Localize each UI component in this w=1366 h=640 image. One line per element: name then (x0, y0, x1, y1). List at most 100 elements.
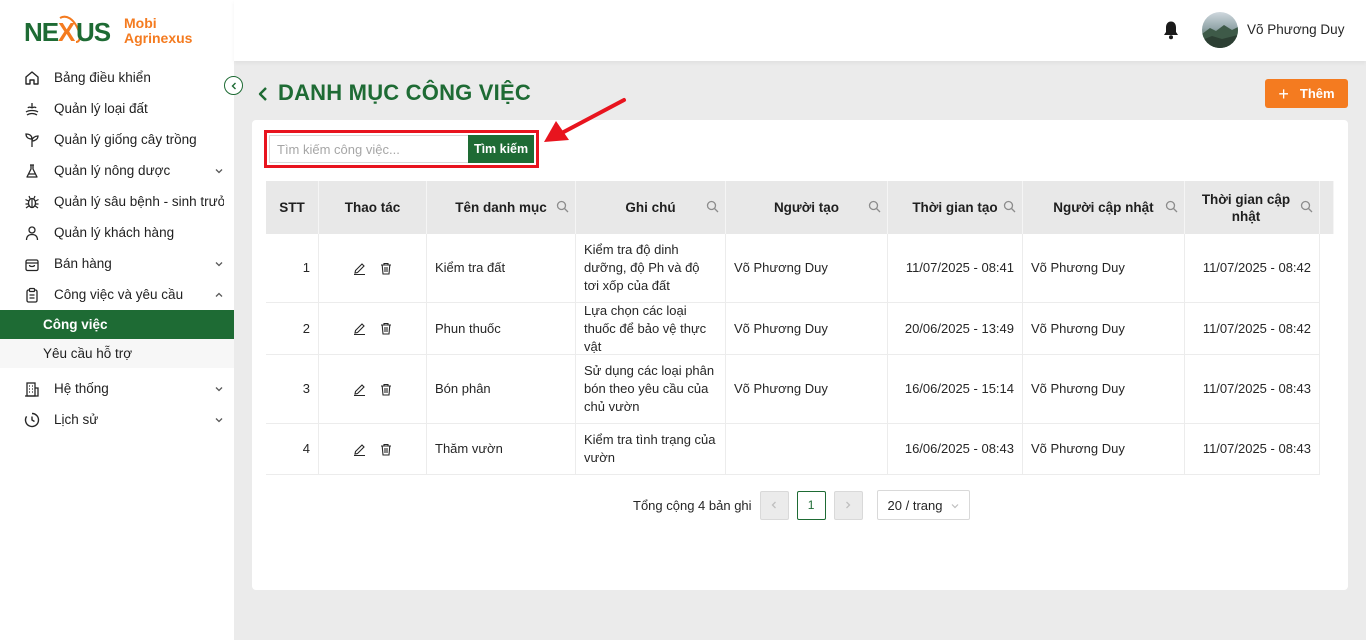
column-search-icon[interactable] (706, 200, 719, 213)
page-size-select[interactable]: 20 / trang (876, 490, 970, 520)
sidebar-item-label: Quản lý sâu bệnh - sinh trưởng (54, 194, 224, 209)
sidebar-item-pests-growth[interactable]: Quản lý sâu bệnh - sinh trưởng (0, 186, 234, 217)
sidebar-item-plant-varieties[interactable]: Quản lý giống cây trồng (0, 124, 234, 155)
sidebar-item-dashboard[interactable]: Bảng điều khiển (0, 62, 234, 93)
cell-name: Kiểm tra đất (427, 234, 576, 302)
plus-icon: + (1278, 83, 1289, 104)
column-search-icon[interactable] (1300, 200, 1313, 213)
sidebar-subitem-support-requests[interactable]: Yêu cầu hỗ trợ (0, 339, 234, 368)
sidebar-item-label: Quản lý khách hàng (54, 225, 175, 240)
add-button[interactable]: + Thêm (1265, 79, 1348, 108)
bug-icon (24, 194, 40, 210)
page-title: DANH MỤC CÔNG VIỆC (278, 80, 531, 105)
search-button[interactable]: Tìm kiếm (468, 135, 534, 163)
cell-updater: Võ Phương Duy (1023, 303, 1185, 354)
edit-icon[interactable] (353, 383, 366, 396)
cell-name: Thăm vườn (427, 424, 576, 474)
sidebar-item-system[interactable]: Hệ thống (0, 373, 234, 404)
sidebar-item-tasks-requests[interactable]: Công việc và yêu cầu (0, 279, 234, 310)
brand-line-1: Mobi (124, 15, 157, 31)
nexus-logo-icon: NE X US (24, 15, 112, 46)
edit-icon[interactable] (353, 262, 366, 275)
soil-icon (24, 101, 40, 117)
sidebar-item-label: Quản lý loại đất (54, 101, 148, 116)
sidebar-item-label: Hệ thống (54, 381, 109, 396)
user-name[interactable]: Võ Phương Duy (1247, 22, 1344, 37)
cell-created-time: 20/06/2025 - 13:49 (888, 303, 1023, 354)
add-button-label: Thêm (1299, 86, 1335, 101)
back-arrow-icon[interactable] (257, 86, 269, 102)
cell-stt: 1 (266, 234, 319, 302)
sidebar-item-history[interactable]: Lịch sử (0, 404, 234, 435)
cell-actions (319, 303, 427, 354)
column-search-icon[interactable] (556, 200, 569, 213)
column-header-note: Ghi chú (576, 181, 726, 234)
logo[interactable]: NE X US Mobi Agrinexus (24, 10, 224, 54)
avatar-image-icon (1202, 25, 1238, 48)
delete-icon[interactable] (380, 443, 392, 456)
svg-text:NE: NE (24, 17, 59, 46)
cell-updated-time: 11/07/2025 - 08:43 (1185, 424, 1320, 474)
notification-bell-icon[interactable] (1162, 20, 1180, 40)
chevron-left-icon (231, 82, 236, 89)
clipboard-icon (24, 287, 40, 303)
delete-icon[interactable] (380, 383, 392, 396)
sidebar-collapse-button[interactable] (224, 76, 243, 95)
pagination-total: Tổng cộng 4 bản ghi (633, 497, 752, 513)
history-icon (24, 412, 40, 428)
column-header-updated-time: Thời gian cập nhật (1185, 181, 1320, 234)
table-header: STT Thao tác Tên danh mục Ghi chú Người … (266, 181, 1334, 234)
column-search-icon[interactable] (868, 200, 881, 213)
cell-note: Kiểm tra tình trạng của vườn (576, 424, 726, 474)
cell-updater: Võ Phương Duy (1023, 424, 1185, 474)
cell-note: Kiểm tra độ dinh dưỡng, độ Ph và độ tơi … (576, 234, 726, 302)
sidebar-item-label: Quản lý giống cây trồng (54, 132, 197, 147)
table-row: 3 Bón phân Sử dụng các loại phân bón the… (266, 355, 1320, 424)
svg-text:X: X (58, 17, 76, 46)
cell-note: Sử dụng các loại phân bón theo yêu cầu c… (576, 355, 726, 423)
cell-actions (319, 424, 427, 474)
column-search-icon[interactable] (1165, 200, 1178, 213)
cell-actions (319, 355, 427, 423)
sidebar-item-customers[interactable]: Quản lý khách hàng (0, 217, 234, 248)
cell-stt: 4 (266, 424, 319, 474)
user-icon (24, 225, 40, 241)
sidebar-subitem-tasks[interactable]: Công việc (0, 310, 234, 339)
cell-updater: Võ Phương Duy (1023, 234, 1185, 302)
delete-icon[interactable] (380, 262, 392, 275)
pagination: Tổng cộng 4 bản ghi 1 20 / trang (633, 490, 970, 520)
cell-name: Bón phân (427, 355, 576, 423)
column-search-icon[interactable] (1003, 200, 1016, 213)
sidebar: NE X US Mobi Agrinexus Bảng điều khiển Q… (0, 0, 234, 640)
column-header-label: Tên danh mục (455, 200, 547, 215)
search-input[interactable] (269, 135, 469, 163)
edit-icon[interactable] (353, 443, 366, 456)
cell-updated-time: 11/07/2025 - 08:42 (1185, 303, 1320, 354)
plant-icon (24, 132, 40, 148)
sidebar-item-soil-types[interactable]: Quản lý loại đất (0, 93, 234, 124)
page-size-value: 20 / trang (887, 497, 943, 513)
page-number-button[interactable]: 1 (796, 490, 826, 520)
sidebar-item-sales[interactable]: Bán hàng (0, 248, 234, 279)
sidebar-item-label: Lịch sử (54, 412, 99, 427)
chevron-up-icon (215, 292, 223, 297)
annotation-arrow-icon (544, 98, 626, 142)
cell-created-time: 16/06/2025 - 08:43 (888, 424, 1023, 474)
next-page-button[interactable] (833, 490, 863, 520)
column-header-label: Người cập nhật (1053, 200, 1154, 215)
task-category-table: STT Thao tác Tên danh mục Ghi chú Người … (266, 181, 1334, 475)
sidebar-item-label: Quản lý nông dược (54, 163, 171, 178)
sidebar-nav: Bảng điều khiển Quản lý loại đất Quản lý… (0, 62, 234, 435)
delete-icon[interactable] (380, 322, 392, 335)
edit-icon[interactable] (353, 322, 366, 335)
table-body: 1 Kiểm tra đất Kiểm tra độ dinh dưỡng, đ… (266, 234, 1320, 475)
building-icon (24, 381, 40, 397)
cell-creator: Võ Phương Duy (726, 355, 888, 423)
prev-page-button[interactable] (759, 490, 789, 520)
cell-stt: 3 (266, 355, 319, 423)
sidebar-item-pesticides[interactable]: Quản lý nông dược (0, 155, 234, 186)
avatar[interactable] (1202, 12, 1238, 48)
cell-creator: Võ Phương Duy (726, 234, 888, 302)
column-header-label: Người tạo (773, 200, 840, 215)
chevron-down-icon (215, 417, 223, 422)
